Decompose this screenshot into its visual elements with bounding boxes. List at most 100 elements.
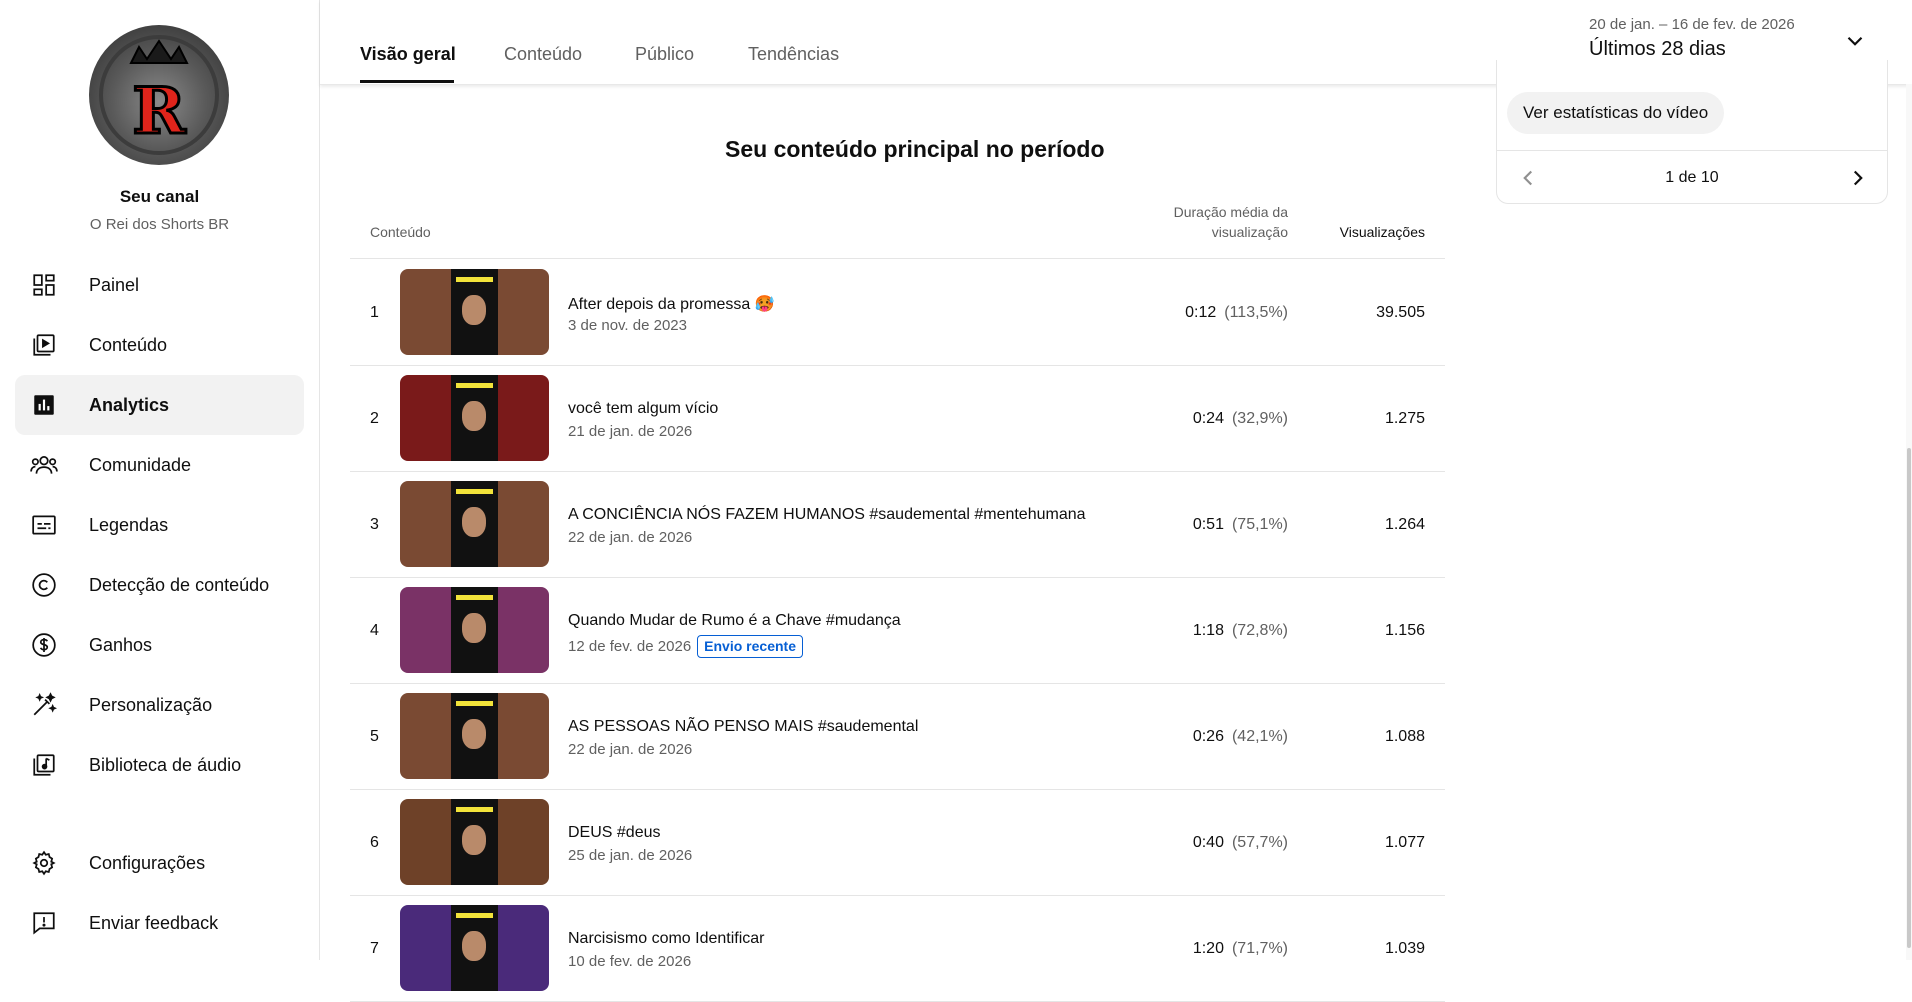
row-rank: 5	[370, 728, 379, 745]
scrollbar-thumb[interactable]	[1907, 448, 1911, 948]
video-thumbnail[interactable]	[400, 905, 549, 991]
section-title: Seu conteúdo principal no período	[725, 136, 1105, 162]
sidebar-item-biblioteca-audio[interactable]: Biblioteca de áudio	[15, 735, 304, 795]
sidebar-item-label: Biblioteca de áudio	[89, 754, 242, 775]
audio-library-icon	[29, 750, 59, 780]
thumbnail-caption	[456, 383, 493, 388]
chevron-down-icon[interactable]	[1842, 28, 1868, 54]
views-count: 39.505	[1376, 304, 1425, 321]
column-header-views[interactable]: Visualizações	[1300, 224, 1425, 240]
tab-conteudo[interactable]: Conteúdo	[504, 44, 582, 65]
avg-duration-value: 0:40	[1192, 834, 1224, 851]
video-thumbnail[interactable]	[400, 269, 549, 355]
avg-duration-percent: (75,1%)	[1231, 516, 1288, 533]
video-title[interactable]: DEUS #deus	[568, 824, 661, 842]
table-row[interactable]: 2 você tem algum vício 21 de jan. de 2026 0…	[350, 365, 1445, 471]
video-date: 10 de fev. de 2026	[568, 953, 692, 970]
sidebar-item-configuracoes[interactable]: Configurações	[15, 833, 304, 893]
date-range-text[interactable]: 20 de jan. – 16 de fev. de 2026	[1589, 16, 1795, 33]
table-row[interactable]: 6 DEUS #deus 25 de jan. de 2026 0:40 (57,7%)…	[350, 789, 1445, 895]
customization-icon	[29, 690, 59, 720]
row-rank: 2	[370, 410, 379, 427]
chevron-right-icon[interactable]	[1845, 165, 1871, 191]
video-date: 25 de jan. de 2026	[568, 847, 693, 864]
table-row[interactable]: 5 AS PESSOAS NÃO PENSO MAIS #saudemental 2…	[350, 683, 1445, 789]
thumbnail-figure	[462, 825, 486, 855]
avg-view-duration: 0:26 (42,1%)	[1193, 728, 1288, 746]
channel-name: O Rei dos Shorts BR	[89, 216, 230, 233]
video-thumbnail[interactable]	[400, 799, 549, 885]
video-stats-card: Ver estatísticas do vídeo 1 de 10	[1496, 60, 1888, 204]
feedback-icon	[29, 908, 59, 938]
table-row[interactable]: 4 Quando Mudar de Rumo é a Chave #mudança…	[350, 577, 1445, 683]
sidebar-item-feedback[interactable]: Enviar feedback	[15, 893, 304, 953]
video-date-line: 22 de jan. de 2026	[568, 741, 692, 758]
sidebar-item-label: Analytics	[89, 394, 170, 415]
video-date: 22 de jan. de 2026	[568, 529, 693, 546]
sidebar-item-analytics[interactable]: Analytics	[15, 375, 304, 435]
date-period-label[interactable]: Últimos 28 dias	[1589, 38, 1726, 61]
sidebar-item-conteudo[interactable]: Conteúdo	[15, 315, 304, 375]
subtitles-icon	[29, 510, 59, 540]
tab-tendencias[interactable]: Tendências	[748, 44, 839, 65]
avg-duration-value: 1:20	[1192, 940, 1224, 957]
settings-icon	[29, 848, 59, 878]
avg-duration-value: 0:12	[1185, 304, 1217, 321]
active-tab-indicator	[360, 80, 454, 83]
thumbnail-figure	[462, 507, 486, 537]
sidebar-item-personalizacao[interactable]: Personalização	[15, 675, 304, 735]
crown-logo-icon: R	[99, 35, 219, 155]
avg-duration-value: 1:18	[1192, 622, 1224, 639]
row-rank: 4	[370, 622, 379, 639]
avg-view-duration: 1:18 (72,8%)	[1193, 622, 1288, 640]
sidebar-item-painel[interactable]: Painel	[15, 255, 304, 315]
column-header-avg-duration-line1: Duração média da	[1173, 204, 1288, 220]
avg-duration-percent: (113,5%)	[1224, 304, 1288, 321]
views-count: 1.156	[1384, 622, 1425, 639]
sidebar-item-label: Configurações	[89, 852, 206, 873]
video-title[interactable]: AS PESSOAS NÃO PENSO MAIS #saudemental	[568, 718, 918, 736]
channel-avatar[interactable]: R	[89, 25, 229, 165]
video-date-line: 25 de jan. de 2026	[568, 847, 692, 864]
avg-duration-value: 0:51	[1192, 516, 1224, 533]
video-stats-button[interactable]: Ver estatísticas do vídeo	[1507, 92, 1725, 134]
video-thumbnail[interactable]	[400, 375, 549, 461]
video-date-line: 12 de fev. de 2026 Envio recente	[568, 635, 803, 658]
tab-visao-geral[interactable]: Visão geral	[360, 44, 456, 65]
table-row[interactable]: 1 After depois da promessa 🥵 3 de nov. de …	[350, 259, 1445, 365]
video-date-line: 22 de jan. de 2026	[568, 529, 692, 546]
video-thumbnail[interactable]	[400, 587, 549, 673]
sidebar-item-ganhos[interactable]: Ganhos	[15, 615, 304, 675]
avg-duration-value: 0:26	[1192, 728, 1224, 745]
card-divider	[1497, 150, 1887, 151]
sidebar-item-legendas[interactable]: Legendas	[15, 495, 304, 555]
views-count: 1.039	[1384, 940, 1425, 957]
sidebar-item-label: Legendas	[89, 514, 169, 535]
sidebar-item-comunidade[interactable]: Comunidade	[15, 435, 304, 495]
tab-publico[interactable]: Público	[635, 44, 694, 65]
views-count: 1.088	[1384, 728, 1425, 745]
sidebar-item-label: Painel	[89, 274, 140, 295]
video-title[interactable]: After depois da promessa 🥵	[568, 294, 775, 314]
table-row[interactable]: 3 A CONCIÊNCIA NÓS FAZEM HUMANOS #saudeme…	[350, 471, 1445, 577]
video-title[interactable]: Quando Mudar de Rumo é a Chave #mudança	[568, 612, 901, 630]
thumbnail-caption	[456, 595, 493, 600]
thumbnail-caption	[456, 807, 493, 812]
video-title[interactable]: Narcisismo como Identificar	[568, 930, 765, 948]
views-count: 1.264	[1384, 516, 1425, 533]
video-title[interactable]: A CONCIÊNCIA NÓS FAZEM HUMANOS #saudemen…	[568, 506, 1086, 524]
thumbnail-figure	[462, 719, 486, 749]
video-thumbnail[interactable]	[400, 481, 549, 567]
video-title[interactable]: você tem algum vício	[568, 400, 718, 418]
avg-view-duration: 0:24 (32,9%)	[1193, 410, 1288, 428]
avg-duration-percent: (57,7%)	[1231, 834, 1288, 851]
pager-status: 1 de 10	[1665, 169, 1719, 186]
thumbnail-caption	[456, 913, 493, 918]
sidebar-item-deteccao[interactable]: Detecção de conteúdo	[15, 555, 304, 615]
video-date: 21 de jan. de 2026	[568, 423, 693, 440]
sidebar-item-label: Comunidade	[89, 454, 192, 475]
channel-heading: Seu canal	[119, 187, 200, 206]
video-thumbnail[interactable]	[400, 693, 549, 779]
thumbnail-figure	[462, 401, 486, 431]
table-row[interactable]: 7 Narcisismo como Identificar 10 de fev. d…	[350, 895, 1445, 1001]
